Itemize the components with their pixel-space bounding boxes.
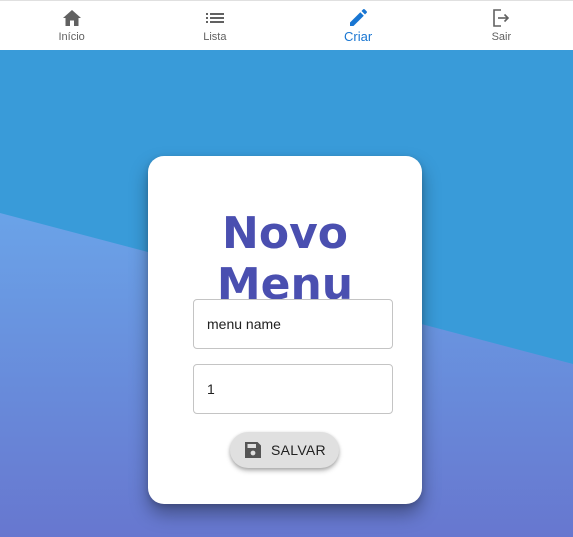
menu-name-field[interactable] <box>193 299 393 349</box>
home-icon <box>61 7 83 29</box>
nav-item-label: Sair <box>491 31 512 43</box>
save-button-label: SALVAR <box>271 442 326 458</box>
nav-item-label: Lista <box>203 31 227 43</box>
nav-item-criar[interactable]: Criar <box>287 1 430 50</box>
save-button[interactable]: SALVAR <box>230 432 339 468</box>
quantity-field[interactable] <box>193 364 393 414</box>
nav-item-sair[interactable]: Sair <box>430 1 573 50</box>
new-menu-card: Novo Menu SALVAR <box>148 156 422 504</box>
nav-item-lista[interactable]: Lista <box>143 1 286 50</box>
nav-item-label: Início <box>58 31 85 43</box>
logout-icon <box>490 7 512 29</box>
list-icon <box>204 7 226 29</box>
quantity-input[interactable] <box>194 365 392 413</box>
pencil-icon <box>347 7 369 29</box>
top-navigation: Início Lista Criar Sair <box>0 0 573 50</box>
page-title: Novo Menu <box>216 208 354 310</box>
menu-name-input[interactable] <box>194 300 392 348</box>
nav-item-inicio[interactable]: Início <box>0 1 143 50</box>
save-icon <box>243 440 263 460</box>
nav-item-label: Criar <box>344 29 373 44</box>
